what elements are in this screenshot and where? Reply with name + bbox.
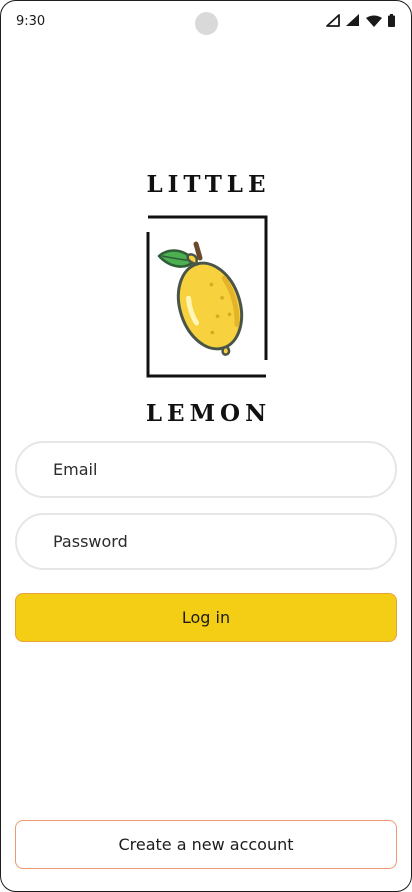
lemon-icon: [144, 214, 270, 380]
signal-outline-icon: [326, 14, 340, 27]
phone-screen: 9:30 LITTLE LEMON Email Log in Create a …: [0, 0, 412, 892]
status-time: 9:30: [16, 14, 46, 29]
login-button[interactable]: Log in: [15, 593, 397, 642]
logo-title-line1: LITTLE: [146, 171, 271, 198]
status-icons: [326, 14, 395, 27]
status-bar: 9:30: [1, 1, 411, 45]
email-input[interactable]: [53, 460, 395, 479]
signal-icon: [346, 14, 360, 27]
password-field[interactable]: [15, 513, 397, 570]
logo-title-line2: LEMON: [145, 400, 272, 427]
create-account-button[interactable]: Create a new account: [15, 820, 397, 869]
battery-icon: [388, 14, 395, 27]
email-field[interactable]: [15, 441, 397, 498]
password-input[interactable]: [53, 532, 395, 551]
front-camera: [195, 12, 218, 35]
wifi-icon: [366, 15, 382, 27]
